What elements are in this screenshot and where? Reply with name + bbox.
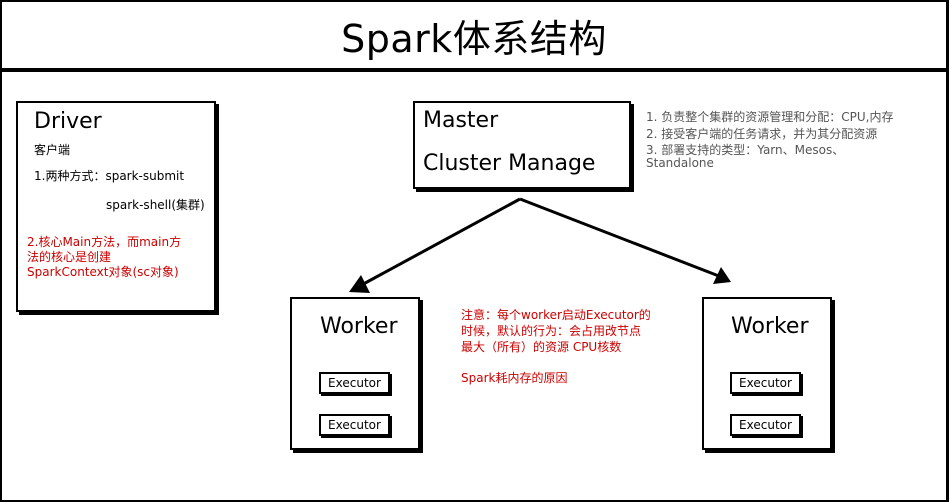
executor-box: Executor [319, 414, 390, 436]
worker-note-line4: Spark耗内存的原因 [461, 371, 568, 385]
executor-box: Executor [730, 372, 801, 394]
arrow-master-to-worker-left [355, 197, 521, 290]
worker-box-right: Worker Executor Executor [702, 297, 832, 450]
worker-note-line3: 最大（所有）的资源 CPU核数 [461, 340, 622, 354]
arrow-master-to-worker-right [519, 197, 725, 280]
worker-heading: Worker [731, 314, 809, 339]
executor-box: Executor [730, 414, 801, 436]
worker-note-line2: 时候，默认的行为：会占用改节点 [461, 324, 642, 338]
arrowhead-left [349, 275, 370, 293]
worker-note-line1: 注意：每个worker启动Executor的 [461, 308, 651, 322]
executor-box: Executor [319, 372, 390, 394]
worker-box-left: Worker Executor Executor [290, 297, 420, 450]
worker-heading: Worker [320, 314, 398, 339]
